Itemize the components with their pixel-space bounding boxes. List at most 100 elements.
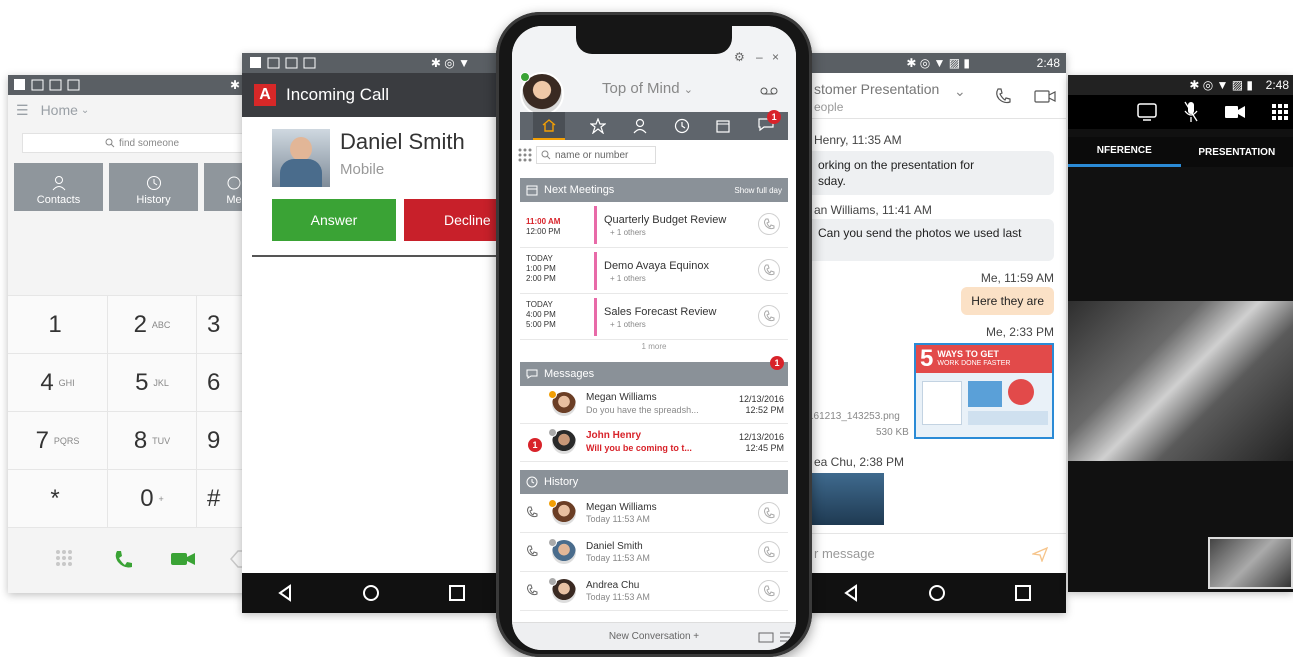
minimize-icon[interactable]: – xyxy=(756,50,763,64)
app-title[interactable]: Home xyxy=(41,102,78,118)
tab-presentation[interactable]: PRESENTATION xyxy=(1181,137,1293,167)
attachment-number: 5 xyxy=(920,345,934,372)
star-icon[interactable] xyxy=(590,118,607,134)
message-row[interactable]: 1 John Henry Will you be coming to t... … xyxy=(520,424,788,462)
camera-icon[interactable] xyxy=(1224,105,1246,119)
message-line: sday. xyxy=(818,174,846,188)
deskphone-icon[interactable] xyxy=(758,631,774,643)
show-full-day-link[interactable]: Show full day xyxy=(734,186,782,195)
meeting-time: TODAY 1:00 PM 2:00 PM xyxy=(526,254,556,284)
key-5[interactable]: 5 JKL xyxy=(108,354,197,412)
video-icon[interactable] xyxy=(1034,89,1056,105)
key-digit: 7 xyxy=(35,426,49,454)
send-icon[interactable] xyxy=(1032,546,1048,562)
call-back-button[interactable] xyxy=(758,502,780,524)
tile-contacts[interactable]: Contacts xyxy=(14,163,103,211)
more-meetings-link[interactable]: 1 more xyxy=(512,342,796,351)
key-0[interactable]: 0 + xyxy=(108,470,197,528)
image-attachment[interactable]: 5 WAYS TO GET WORK DONE FASTER xyxy=(914,343,1054,439)
history-row[interactable]: Andrea Chu Today 11:53 AM xyxy=(520,572,788,611)
dialpad-icon[interactable] xyxy=(518,148,532,162)
calendar-icon[interactable] xyxy=(715,118,731,134)
phone-icon xyxy=(764,218,775,230)
image-attachment[interactable] xyxy=(808,473,884,525)
join-call-button[interactable] xyxy=(758,305,780,327)
decline-button[interactable]: Decline xyxy=(404,199,500,241)
message-line: Can you send the photos we used last xyxy=(818,226,1022,240)
key-1[interactable]: 1 xyxy=(8,296,108,354)
join-call-button[interactable] xyxy=(758,213,780,235)
home-icon[interactable] xyxy=(362,584,380,602)
home-icon[interactable] xyxy=(928,584,946,602)
page-title[interactable]: Top of Mind ⌄ xyxy=(602,80,693,97)
video-phone: ✱ ◎ ▼ ▨ ▮ 2:48 NFERENCE PRESENTATION xyxy=(1068,75,1293,592)
call-icon[interactable] xyxy=(112,548,134,570)
join-call-button[interactable] xyxy=(758,259,780,281)
message-meta: Henry, 11:35 AM xyxy=(814,133,902,147)
message-row[interactable]: Megan Williams Do you have the spreadsh.… xyxy=(520,386,788,424)
chevron-down-icon[interactable]: ⌄ xyxy=(954,83,966,100)
nav-messages[interactable]: 1 xyxy=(757,109,782,137)
answer-button[interactable]: Answer xyxy=(272,199,396,241)
new-conversation-button[interactable]: New Conversation + xyxy=(512,622,796,650)
message-input[interactable]: r message xyxy=(808,533,1066,573)
close-icon[interactable]: × xyxy=(772,50,779,64)
caller-photo xyxy=(272,129,330,187)
meeting-row[interactable]: TODAY 4:00 PM 5:00 PM Sales Forecast Rev… xyxy=(520,294,788,340)
status-icons: ✱ ◎ ▼ ▨ ▮ xyxy=(906,56,970,70)
history-row[interactable]: Megan Williams Today 11:53 AM xyxy=(520,494,788,533)
recents-icon[interactable] xyxy=(448,584,466,602)
key-star[interactable]: * xyxy=(8,470,108,528)
search-icon xyxy=(105,138,115,148)
key-4[interactable]: 4 GHI xyxy=(8,354,108,412)
key-2[interactable]: 2 ABC xyxy=(108,296,197,354)
conversation-title[interactable]: stomer Presentation xyxy=(814,81,939,97)
app-bar: ☰ Home ⌄ xyxy=(8,95,268,125)
gear-icon[interactable]: ⚙ xyxy=(734,50,745,64)
key-digit: 4 xyxy=(40,368,54,396)
chevron-down-icon[interactable]: ⌄ xyxy=(81,105,89,116)
meeting-day: TODAY xyxy=(526,254,553,263)
video-call-icon[interactable] xyxy=(170,550,196,568)
section-next-meetings: Next Meetings Show full day xyxy=(520,178,788,202)
message-count-badge: 1 xyxy=(767,109,782,124)
key-digit: 9 xyxy=(207,426,221,454)
history-name: Megan Williams xyxy=(586,502,657,513)
section-messages: Messages 1 xyxy=(520,356,788,386)
back-icon[interactable] xyxy=(842,584,860,602)
status-bar: ✱ ◎ ▼ ▨ ▮ 2:48 xyxy=(808,53,1066,73)
search-input[interactable]: find someone xyxy=(22,133,262,153)
self-view[interactable] xyxy=(1208,537,1293,589)
history-icon[interactable] xyxy=(674,118,690,134)
history-name: Andrea Chu xyxy=(586,580,640,591)
tab-conference[interactable]: NFERENCE xyxy=(1068,137,1181,167)
person-icon xyxy=(52,176,65,191)
contacts-icon[interactable] xyxy=(632,118,648,134)
more-grid-icon[interactable] xyxy=(1272,104,1288,120)
call-back-button[interactable] xyxy=(758,541,780,563)
conversation-subtitle: eople xyxy=(814,100,844,114)
recents-icon[interactable] xyxy=(1014,584,1032,602)
voicemail-icon[interactable] xyxy=(760,86,778,96)
phone-icon[interactable] xyxy=(994,87,1012,105)
main-nav-bar: 1 xyxy=(520,109,788,140)
call-back-button[interactable] xyxy=(758,580,780,602)
incoming-call-phone: ✱ ◎ ▼ A Incoming Call Daniel Smith Mobil… xyxy=(242,53,500,613)
meeting-row[interactable]: TODAY 1:00 PM 2:00 PM Demo Avaya Equinox… xyxy=(520,248,788,294)
microphone-icon[interactable] xyxy=(1184,101,1198,123)
key-8[interactable]: 8 TUV xyxy=(108,412,197,470)
menu-icon[interactable]: ☰ xyxy=(16,102,29,119)
list-icon[interactable] xyxy=(780,631,790,643)
meeting-row[interactable]: 11:00 AM 12:00 PM Quarterly Budget Revie… xyxy=(520,202,788,248)
history-row[interactable]: Daniel Smith Today 11:53 AM xyxy=(520,533,788,572)
search-input[interactable]: name or number xyxy=(536,146,656,164)
nav-home[interactable] xyxy=(532,112,565,140)
screen-share-icon[interactable] xyxy=(1136,102,1158,122)
key-digit: 0 xyxy=(140,484,154,512)
key-7[interactable]: 7 PQRS xyxy=(8,412,108,470)
tile-history[interactable]: History xyxy=(109,163,198,211)
history-name: Daniel Smith xyxy=(586,541,643,552)
back-icon[interactable] xyxy=(276,584,294,602)
key-digit: 8 xyxy=(133,426,148,454)
keypad-icon[interactable] xyxy=(52,547,76,571)
